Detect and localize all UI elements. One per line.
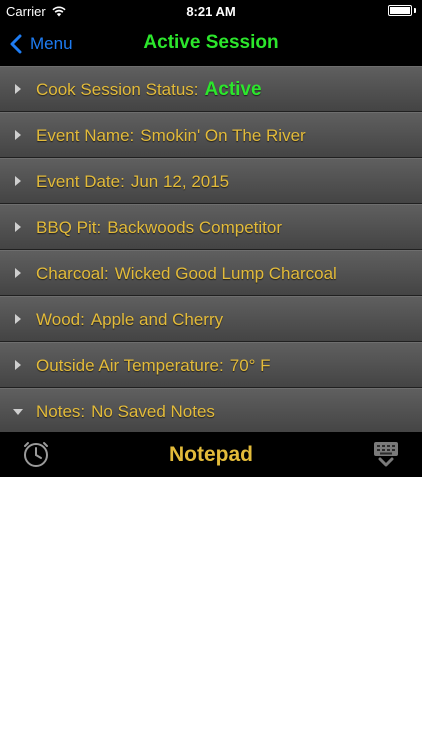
row-value: Smokin' On The River (140, 126, 306, 145)
row-wood[interactable]: Wood: Apple and Cherry (0, 296, 422, 342)
row-label: Wood: (36, 310, 85, 329)
disclosure-arrow-icon (15, 222, 21, 232)
disclosure-expanded-icon (13, 409, 23, 415)
battery-fill (390, 7, 410, 14)
row-label: Cook Session Status: (36, 80, 199, 99)
row-value: Apple and Cherry (90, 310, 224, 329)
navigation-bar: Menu Active Session (0, 22, 422, 66)
row-label: BBQ Pit: (36, 218, 102, 237)
row-value: Wicked Good Lump Charcoal (114, 264, 337, 283)
row-notes[interactable]: Notes: No Saved Notes (0, 388, 422, 434)
row-event-date[interactable]: Event Date: Jun 12, 2015 (0, 158, 422, 204)
keyboard-dismiss-icon[interactable] (372, 440, 400, 468)
disclosure-arrow-icon (15, 268, 21, 278)
row-bbq-pit[interactable]: BBQ Pit: Backwoods Competitor (0, 204, 422, 250)
row-label: Event Name: (36, 126, 135, 145)
row-value: 70° F (229, 356, 271, 375)
status-time: 8:21 AM (186, 4, 236, 19)
row-label: Outside Air Temperature: (36, 356, 224, 375)
row-label: Event Date: (36, 172, 125, 191)
row-label: Charcoal: (36, 264, 109, 283)
disclosure-arrow-icon (15, 176, 21, 186)
disclosure-arrow-icon (15, 360, 21, 370)
row-label: Notes: (36, 402, 86, 421)
disclosure-arrow-icon (15, 314, 21, 324)
battery-icon (388, 5, 412, 16)
row-value: No Saved Notes (91, 402, 215, 421)
status-bar: Carrier 8:21 AM (0, 0, 422, 22)
session-details-list: Cook Session Status: Active Event Name: Sm… (0, 66, 422, 434)
row-value: Jun 12, 2015 (130, 172, 230, 191)
disclosure-arrow-icon (15, 84, 21, 94)
battery-nub (414, 8, 416, 13)
notepad-title: Notepad (169, 443, 253, 466)
status-active-value: Active (204, 79, 262, 100)
page-title: Active Session (143, 32, 279, 53)
row-cook-session-status[interactable]: Cook Session Status: Active (0, 66, 422, 112)
row-event-name[interactable]: Event Name: Smokin' On The River (0, 112, 422, 158)
notepad-toolbar: Notepad (0, 432, 422, 477)
row-outside-air-temperature[interactable]: Outside Air Temperature: 70° F (0, 342, 422, 388)
disclosure-arrow-icon (15, 130, 21, 140)
row-charcoal[interactable]: Charcoal: Wicked Good Lump Charcoal (0, 250, 422, 296)
app-screen: Carrier 8:21 AM Menu Active Session Cook… (0, 0, 422, 750)
row-value: Backwoods Competitor (107, 218, 282, 237)
